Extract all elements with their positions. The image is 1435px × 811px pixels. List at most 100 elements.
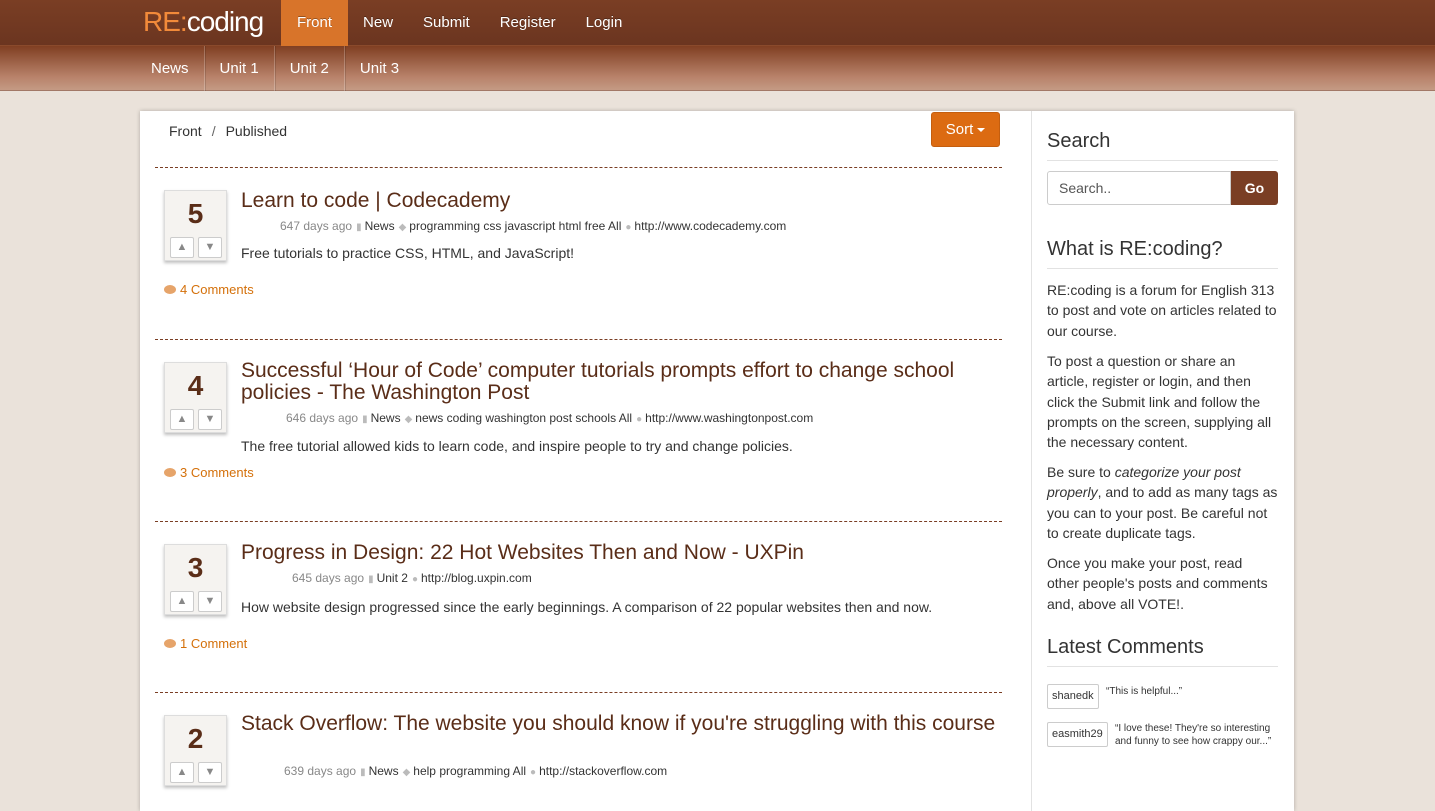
comment-icon (164, 285, 176, 294)
post-item: 3 ▲ ▼ Progress in Design: 22 Hot Websites… (155, 521, 1002, 692)
logo-re: RE: (143, 6, 188, 37)
thumbs-down-icon[interactable]: ▼ (198, 237, 222, 258)
post-item: 4 ▲ ▼ Successful ‘Hour of Code’ computer … (155, 339, 1002, 521)
post-tags[interactable]: help programming All (413, 764, 526, 778)
post-description: The free tutorial allowed kids to learn … (241, 438, 793, 454)
about-p3-pre: Be sure to (1047, 464, 1115, 480)
comments-count: 1 Comment (180, 636, 248, 651)
post-tags[interactable]: programming css javascript html free All (409, 219, 621, 233)
logo-name: coding (186, 6, 265, 37)
post-title[interactable]: Learn to code | Codecademy (241, 190, 1001, 212)
subnav-unit-3[interactable]: Unit 3 (345, 46, 414, 91)
comments-count: 4 Comments (180, 282, 254, 297)
breadcrumb-separator: / (211, 123, 216, 139)
link-icon: ● (636, 414, 643, 425)
sort-button[interactable]: Sort (931, 112, 1000, 147)
comments-link[interactable]: 4 Comments (164, 282, 254, 297)
vote-score: 4 (187, 370, 204, 401)
post-item: 2 ▲ ▼ Stack Overflow: The website you sho… (155, 692, 1002, 811)
about-paragraph-3: Be sure to categorize your post properly… (1047, 462, 1278, 543)
link-icon: ● (625, 222, 632, 233)
thumbs-down-icon[interactable]: ▼ (198, 409, 222, 430)
content-panel: Front / Published Sort 5 ▲ ▼ Learn to code … (140, 111, 1294, 811)
post-age: 639 days ago (284, 764, 357, 778)
post-description: Free tutorials to practice CSS, HTML, an… (241, 245, 575, 261)
nav-submit[interactable]: Submit (408, 0, 485, 46)
search-heading: Search (1047, 130, 1278, 161)
thumbs-down-icon[interactable]: ▼ (198, 762, 222, 783)
sort-label: Sort (945, 121, 974, 138)
about-paragraph-4: Once you make your post, read other peop… (1047, 555, 1268, 612)
column-divider (1031, 111, 1032, 811)
subnav-news[interactable]: News (136, 46, 205, 91)
thumbs-down-icon[interactable]: ▼ (198, 591, 222, 612)
post-title[interactable]: Progress in Design: 22 Hot Websites Then… (241, 542, 1001, 564)
vote-score: 3 (187, 552, 204, 583)
about-paragraph-1: RE:coding is a forum for English 313 to … (1047, 282, 1277, 339)
folder-icon: ▮ (360, 767, 366, 778)
thumbs-up-icon[interactable]: ▲ (170, 237, 194, 258)
post-meta: 647 days ago ▮ News ◆ programming css javasc… (280, 219, 786, 233)
post-url[interactable]: http://www.washingtonpost.com (645, 411, 813, 425)
comment-icon (164, 639, 176, 648)
comment-user-tag[interactable]: shanedk (1047, 684, 1099, 709)
main-nav: Front New Submit Register Login (281, 0, 637, 46)
vote-box: 4 ▲ ▼ (164, 362, 227, 433)
comments-count: 3 Comments (180, 465, 254, 480)
post-url[interactable]: http://stackoverflow.com (539, 764, 667, 778)
folder-icon: ▮ (368, 574, 374, 585)
post-url[interactable]: http://blog.uxpin.com (421, 571, 532, 585)
post-title[interactable]: Successful ‘Hour of Code’ computer tutor… (241, 360, 1001, 404)
post-meta: 639 days ago ▮ News ◆ help programming All ● h… (284, 764, 667, 778)
category-nav: News Unit 1 Unit 2 Unit 3 (136, 46, 414, 91)
post-url[interactable]: http://www.codecademy.com (634, 219, 786, 233)
post-age: 647 days ago (280, 219, 353, 233)
thumbs-up-icon[interactable]: ▲ (170, 762, 194, 783)
site-logo[interactable]: RE:coding (143, 6, 265, 38)
folder-icon: ▮ (356, 222, 362, 233)
search-go-button[interactable]: Go (1231, 171, 1278, 205)
post-age: 646 days ago (286, 411, 359, 425)
vote-box: 2 ▲ ▼ (164, 715, 227, 786)
post-meta: 646 days ago ▮ News ◆ news coding washington… (286, 411, 813, 425)
subnav-unit-1[interactable]: Unit 1 (205, 46, 275, 91)
vote-score: 2 (187, 723, 204, 754)
nav-register[interactable]: Register (485, 0, 571, 46)
tag-icon: ◆ (398, 222, 407, 233)
comment-snippet[interactable]: “This is helpful...” (1106, 685, 1278, 698)
vote-score: 5 (187, 198, 204, 229)
post-category[interactable]: News (369, 764, 399, 778)
comment-user-tag[interactable]: easmith29 (1047, 722, 1108, 747)
top-navbar: RE:coding Front New Submit Register Logi… (0, 0, 1435, 46)
breadcrumb-front[interactable]: Front (169, 123, 202, 139)
thumbs-up-icon[interactable]: ▲ (170, 409, 194, 430)
tag-icon: ◆ (402, 767, 411, 778)
vote-box: 3 ▲ ▼ (164, 544, 227, 615)
comments-link[interactable]: 1 Comment (164, 636, 247, 651)
latest-comments-heading: Latest Comments (1047, 636, 1278, 667)
link-icon: ● (530, 767, 537, 778)
post-tags[interactable]: news coding washington post schools All (415, 411, 632, 425)
comments-link[interactable]: 3 Comments (164, 465, 254, 480)
caret-down-icon (977, 128, 986, 133)
post-meta: 645 days ago ▮ Unit 2 ● http://blog.uxpin.co… (292, 571, 532, 585)
subnav-unit-2[interactable]: Unit 2 (275, 46, 345, 91)
thumbs-up-icon[interactable]: ▲ (170, 591, 194, 612)
nav-front[interactable]: Front (281, 0, 349, 46)
nav-login[interactable]: Login (571, 0, 638, 46)
nav-new[interactable]: New (348, 0, 408, 46)
post-category[interactable]: News (365, 219, 395, 233)
post-item: 5 ▲ ▼ Learn to code | Codecademy 647 days… (155, 167, 1002, 339)
post-category[interactable]: News (371, 411, 401, 425)
post-category[interactable]: Unit 2 (377, 571, 408, 585)
breadcrumb-current: Published (225, 123, 288, 139)
post-title[interactable]: Stack Overflow: The website you should k… (241, 713, 1001, 735)
post-description: How website design progressed since the … (241, 599, 933, 615)
vote-box: 5 ▲ ▼ (164, 190, 227, 261)
comment-icon (164, 468, 176, 477)
search-input[interactable] (1047, 171, 1231, 205)
category-navbar: News Unit 1 Unit 2 Unit 3 (0, 46, 1435, 91)
comment-snippet[interactable]: “I love these! They're so interesting an… (1115, 722, 1278, 748)
tag-icon: ◆ (404, 414, 413, 425)
breadcrumb: Front / Published (169, 123, 287, 139)
